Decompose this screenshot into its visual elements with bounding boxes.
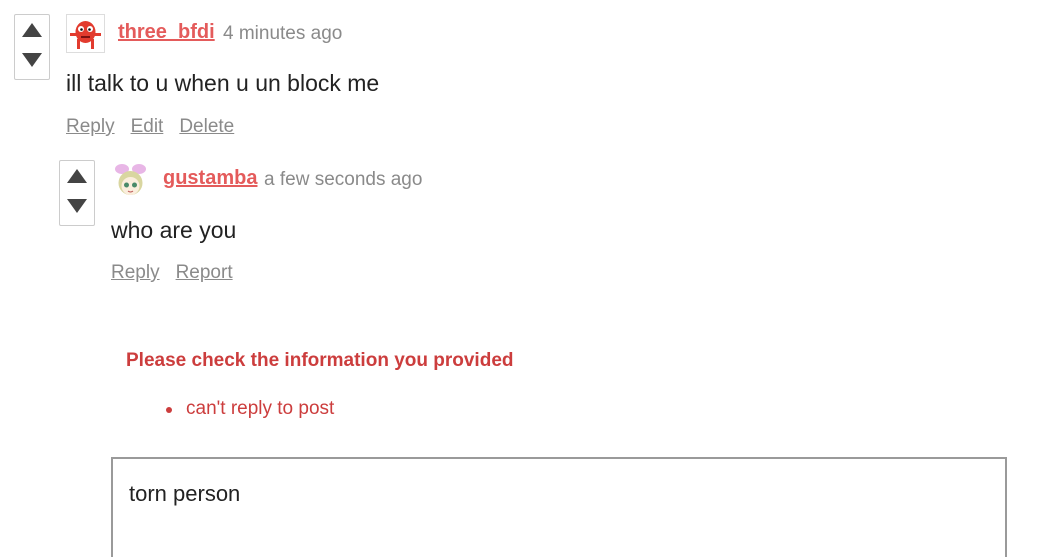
comment-text: who are you <box>111 217 237 243</box>
error-item-text: can't reply to post <box>186 398 335 419</box>
delete-link[interactable]: Delete <box>179 116 234 137</box>
vote-widget <box>59 160 95 226</box>
reply-link[interactable]: Reply <box>111 262 160 283</box>
error-title: Please check the information you provide… <box>126 350 514 371</box>
downvote-button[interactable] <box>21 51 43 69</box>
reply-link[interactable]: Reply <box>66 116 115 137</box>
comment-timestamp: a few seconds ago <box>264 169 423 190</box>
vote-widget <box>14 14 50 80</box>
comment-actions: Reply Report <box>111 262 249 284</box>
avatar-image <box>67 15 104 52</box>
triangle-down-icon <box>67 199 87 213</box>
comment-username[interactable]: three_bfdi <box>118 21 215 44</box>
comment-actions: Reply Edit Delete <box>66 116 250 138</box>
report-link[interactable]: Report <box>176 262 233 283</box>
comment-username[interactable]: gustamba <box>163 167 257 190</box>
error-list: can't reply to post <box>166 398 334 420</box>
error-item: can't reply to post <box>166 398 334 420</box>
triangle-down-icon <box>22 53 42 67</box>
avatar[interactable] <box>66 14 105 53</box>
downvote-button[interactable] <box>66 197 88 215</box>
reply-textarea[interactable]: torn person <box>111 457 1007 557</box>
upvote-button[interactable] <box>66 167 88 185</box>
comment-timestamp: 4 minutes ago <box>223 23 343 44</box>
bullet-icon <box>166 407 172 413</box>
edit-link[interactable]: Edit <box>131 116 164 137</box>
triangle-up-icon <box>67 169 87 183</box>
avatar-image <box>112 161 149 198</box>
comment-reply: gustamba a few seconds ago who are you R… <box>0 150 1064 300</box>
comment-text: ill talk to u when u un block me <box>66 70 380 96</box>
avatar[interactable] <box>111 160 150 199</box>
upvote-button[interactable] <box>21 21 43 39</box>
triangle-up-icon <box>22 23 42 37</box>
comment: three_bfdi 4 minutes ago ill talk to u w… <box>0 0 1064 150</box>
